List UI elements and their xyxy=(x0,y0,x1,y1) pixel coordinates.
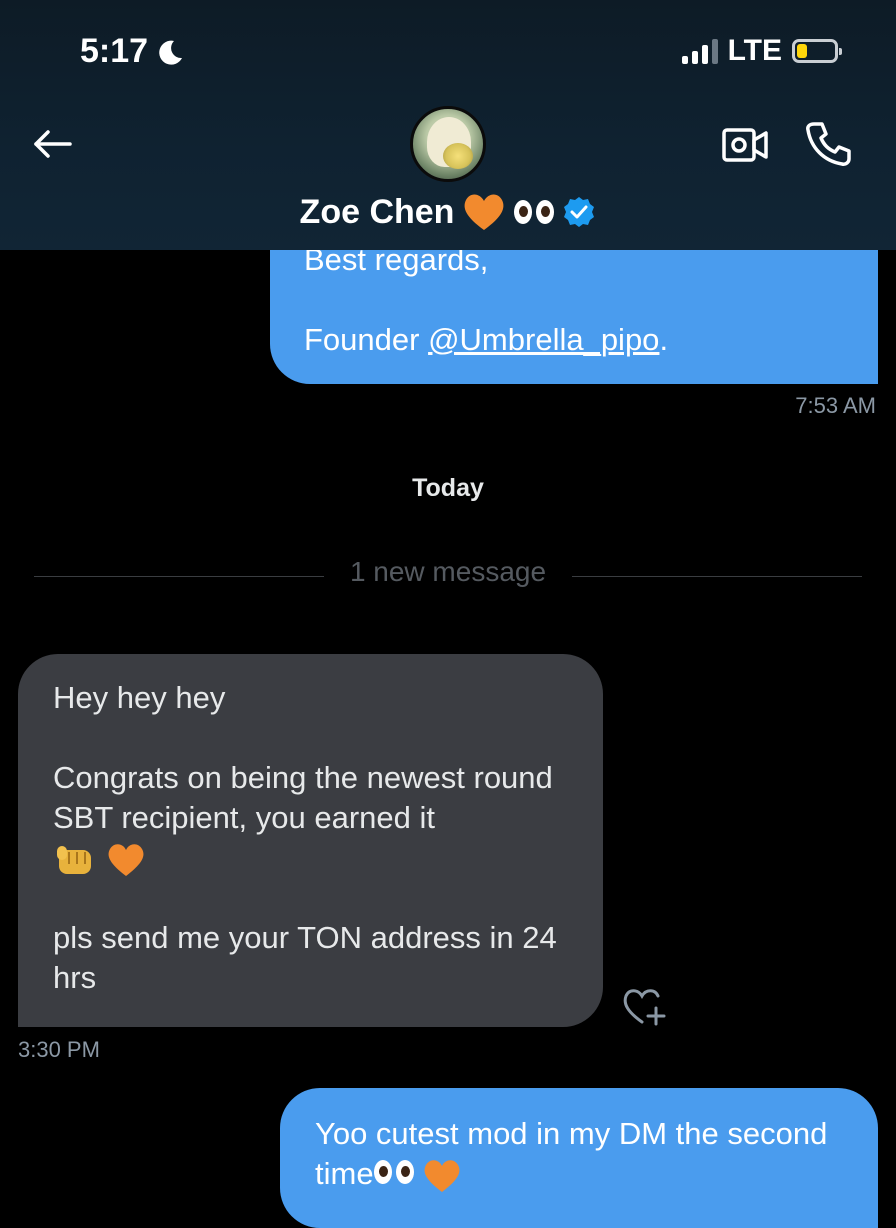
signal-icon xyxy=(681,38,718,64)
orange-heart-icon xyxy=(465,194,504,230)
moon-icon xyxy=(159,40,183,65)
verified-badge-icon xyxy=(564,197,595,227)
mention-link[interactable]: @Umbrella_pipo xyxy=(428,322,659,357)
eyes-icon xyxy=(514,200,555,224)
new-message-divider: 1 new message xyxy=(349,556,547,587)
message-bubble-outgoing[interactable]: Yoo cutest mod in my DM the second time xyxy=(280,1088,878,1228)
network-label: LTE xyxy=(727,34,782,67)
eyes-icon xyxy=(373,1160,414,1184)
add-reaction-icon[interactable] xyxy=(620,982,670,1028)
day-separator: Today xyxy=(412,474,484,502)
orange-heart-icon xyxy=(424,1160,460,1192)
contact-name: Zoe Chen xyxy=(299,192,455,231)
message-text: pls send me your TON address in 24 hrs xyxy=(53,920,557,995)
message-text: Hey hey hey xyxy=(53,680,226,715)
battery-icon xyxy=(792,39,842,63)
message-timestamp: 3:30 PM xyxy=(18,1037,100,1062)
status-bar-time: 5:17 xyxy=(80,32,184,71)
conversation-header: 5:17 LTE Zoe Chen xyxy=(0,0,896,250)
message-bubble-incoming[interactable]: Hey hey hey Congrats on being the newest… xyxy=(18,654,603,1027)
status-bar-right: LTE xyxy=(681,34,842,68)
video-call-icon[interactable] xyxy=(720,122,770,168)
message-emoji-line xyxy=(53,838,573,878)
message-text: Yoo cutest mod in my DM the second time xyxy=(315,1114,848,1194)
back-arrow-icon[interactable] xyxy=(30,122,74,166)
fist-bump-icon xyxy=(57,845,91,874)
message-text: Congrats on being the newest round SBT r… xyxy=(53,760,553,835)
message-timestamp: 7:53 AM xyxy=(795,393,876,418)
phone-call-icon[interactable] xyxy=(802,118,854,170)
orange-heart-icon xyxy=(108,844,144,876)
message-text: Founder @Umbrella_pipo. xyxy=(304,322,669,357)
contact-name-row[interactable]: Zoe Chen xyxy=(0,192,896,232)
contact-avatar[interactable] xyxy=(410,106,486,182)
